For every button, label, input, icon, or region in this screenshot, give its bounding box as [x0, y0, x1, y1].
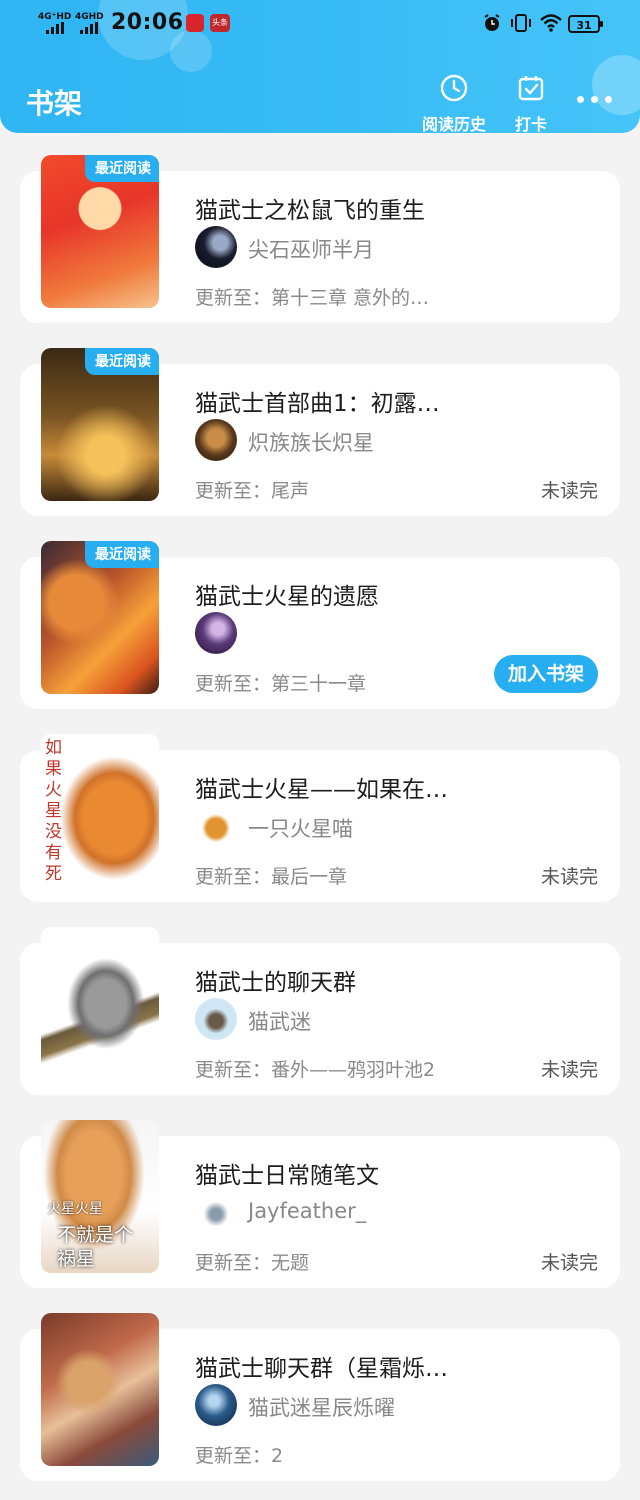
cover-caption-1: 火星火星: [47, 1201, 103, 1217]
reading-history-button[interactable]: 阅读历史: [420, 73, 488, 133]
book-cover[interactable]: 最近阅读: [41, 348, 159, 501]
status-bar: 4G⁺HD 4GHD 20:06 头条 31: [0, 0, 640, 50]
book-card[interactable]: 最近阅读 猫武士首部曲1：初露… 炽族族长炽星 更新至：尾声 未读完: [20, 348, 620, 516]
reading-history-label: 阅读历史: [421, 115, 486, 133]
book-card[interactable]: 最近阅读 猫武士之松鼠飞的重生 尖石巫师半月 更新至：第十三章 意外的…: [20, 155, 620, 323]
author-avatar[interactable]: [195, 226, 237, 268]
add-to-shelf-button[interactable]: 加入书架: [493, 655, 598, 693]
checkin-label: 打卡: [514, 115, 547, 133]
vibrate-icon: [511, 14, 531, 32]
app-header: 4G⁺HD 4GHD 20:06 头条 31 书架 阅读历史 打卡: [0, 0, 640, 133]
signal-icon: [46, 22, 64, 34]
book-card[interactable]: 猫武士聊天群（星霜烁… 猫武迷星辰烁曜 更新至：2: [20, 1313, 620, 1481]
recently-read-badge: 最近阅读: [85, 541, 159, 568]
author-name[interactable]: 炽族族长炽星: [248, 427, 374, 457]
update-info: 更新至：2: [195, 1445, 284, 1467]
network-label: 4G⁺HD: [38, 12, 72, 22]
author-avatar[interactable]: [195, 998, 237, 1040]
update-info: 更新至：番外——鸦羽叶池2: [195, 1059, 436, 1081]
update-info: 更新至：尾声: [195, 480, 310, 502]
book-cover[interactable]: 如果火星没有死: [41, 734, 159, 887]
book-card[interactable]: 猫武士的聊天群 猫武迷 更新至：番外——鸦羽叶池2 未读完: [20, 927, 620, 1095]
recently-read-badge: 最近阅读: [85, 155, 159, 182]
wifi-icon: [540, 14, 562, 32]
clock-icon: [440, 74, 468, 102]
author-name[interactable]: 猫武迷星辰烁曜: [248, 1392, 395, 1422]
book-cover[interactable]: [41, 1313, 159, 1466]
page-title: 书架: [26, 87, 83, 120]
checkin-button[interactable]: 打卡: [510, 73, 552, 133]
signal-icon-2: [80, 22, 98, 34]
cover-caption-3: 祸星: [57, 1248, 96, 1270]
app-notification-icon: [186, 14, 204, 32]
calendar-check-icon: [518, 76, 544, 101]
book-cover[interactable]: [41, 927, 159, 1080]
author-name[interactable]: Jayfeather_: [248, 1199, 366, 1223]
author-name[interactable]: 猫武迷: [248, 1006, 311, 1036]
cover-caption: 如果火星没有死: [45, 738, 62, 884]
book-cover[interactable]: 火星火星 不就是个 祸星: [41, 1120, 159, 1273]
alarm-icon: [484, 14, 500, 31]
unread-status: 未读完: [540, 1252, 598, 1274]
author-avatar[interactable]: [195, 419, 237, 461]
book-title: 猫武士首部曲1：初露…: [195, 391, 440, 417]
book-title: 猫武士聊天群（星霜烁…: [195, 1356, 448, 1382]
book-title: 猫武士火星的遗愿: [195, 584, 379, 610]
author-avatar[interactable]: [195, 612, 237, 654]
book-title: 猫武士火星——如果在…: [195, 777, 448, 803]
update-info: 更新至：第三十一章: [195, 673, 367, 695]
book-cover[interactable]: 最近阅读: [41, 541, 159, 694]
author-name[interactable]: 尖石巫师半月: [248, 234, 374, 264]
book-card[interactable]: 如果火星没有死 猫武士火星——如果在… 一只火星喵 更新至：最后一章 未读完: [20, 734, 620, 902]
clock: 20:06: [111, 10, 184, 35]
update-info: 更新至：无题: [195, 1252, 310, 1274]
author-avatar[interactable]: [195, 1191, 237, 1233]
book-cover[interactable]: 最近阅读: [41, 155, 159, 308]
network-label-2: 4GHD: [75, 12, 104, 22]
author-avatar[interactable]: [195, 805, 237, 847]
battery-indicator: 31: [568, 15, 603, 33]
unread-status: 未读完: [540, 480, 598, 502]
update-info: 更新至：第十三章 意外的…: [195, 287, 430, 309]
book-title: 猫武士日常随笔文: [195, 1163, 379, 1189]
book-card[interactable]: 火星火星 不就是个 祸星 猫武士日常随笔文 Jayfeather_ 更新至：无题…: [20, 1120, 620, 1288]
toutiao-notification-icon: 头条: [210, 14, 230, 32]
author-name[interactable]: 一只火星喵: [248, 813, 353, 843]
more-menu-icon[interactable]: [577, 96, 612, 103]
author-avatar[interactable]: [195, 1384, 237, 1426]
cover-caption-2: 不就是个: [57, 1224, 134, 1246]
unread-status: 未读完: [540, 866, 598, 888]
book-title: 猫武士之松鼠飞的重生: [195, 198, 425, 224]
book-title: 猫武士的聊天群: [195, 970, 356, 996]
update-info: 更新至：最后一章: [195, 866, 348, 888]
decor-bubble: [592, 55, 640, 115]
unread-status: 未读完: [540, 1059, 598, 1081]
recently-read-badge: 最近阅读: [85, 348, 159, 375]
book-card[interactable]: 最近阅读 猫武士火星的遗愿 更新至：第三十一章 加入书架: [20, 541, 620, 709]
